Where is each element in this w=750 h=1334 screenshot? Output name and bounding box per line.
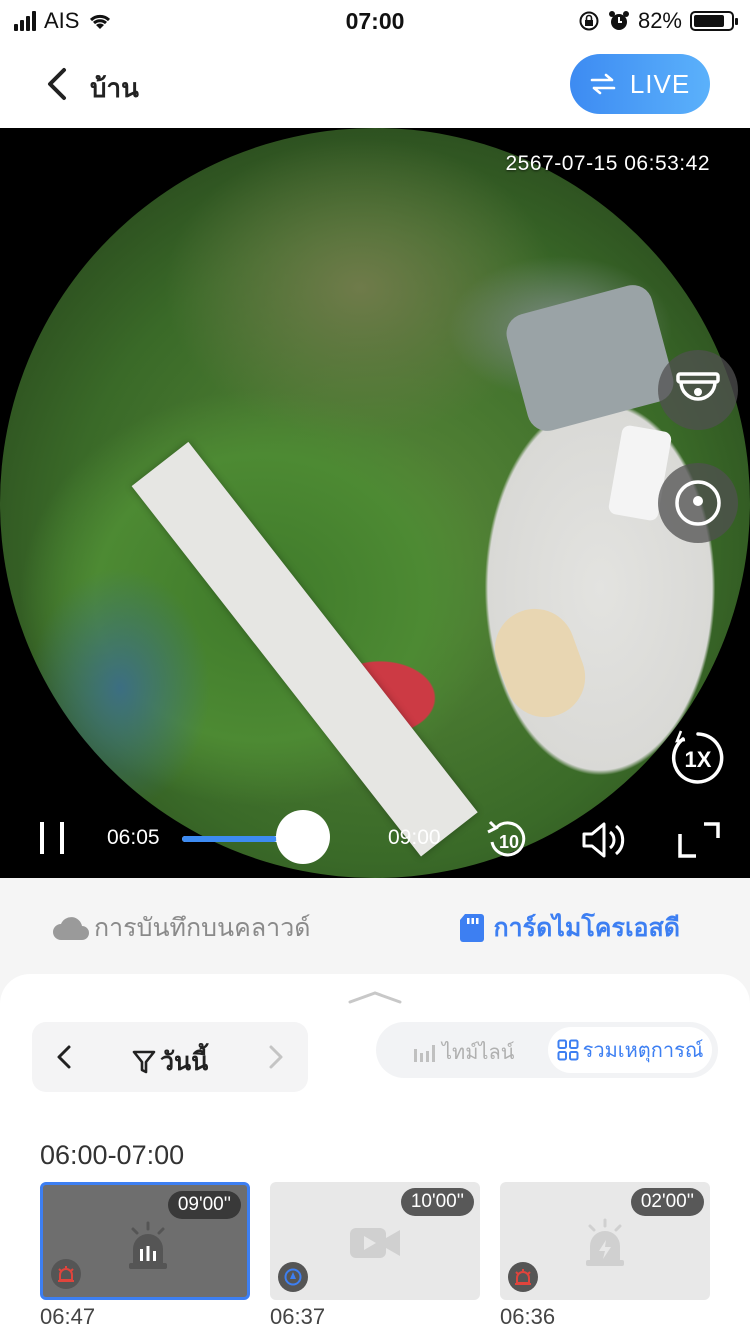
fullscreen-icon (678, 822, 720, 858)
pause-button[interactable] (36, 822, 68, 854)
video-player[interactable]: 2567-07-15 06:53:42 1X 06:05 09:00 10 (0, 128, 750, 878)
battery-percent: 82% (637, 8, 682, 33)
progress-thumb[interactable] (276, 810, 330, 864)
grid-icon (557, 1039, 579, 1061)
swap-icon (590, 73, 616, 95)
video-timestamp: 2567-07-15 06:53:42 (505, 152, 710, 175)
dog-shape (483, 597, 597, 729)
event-time: 06:47 (40, 1304, 96, 1329)
event-card[interactable]: 09'00'' (40, 1182, 250, 1300)
date-navigator: วันนี้ (32, 1022, 308, 1092)
back-button[interactable] (40, 62, 80, 106)
playback-controls: 06:05 09:00 10 (0, 808, 750, 868)
rewind-label: 10 (499, 832, 519, 852)
date-next-button[interactable] (260, 1042, 290, 1072)
filter-icon (132, 1050, 156, 1074)
volume-button[interactable] (578, 816, 626, 864)
tab-sd-label: การ์ดไมโครเอสดี (493, 914, 680, 942)
chevron-left-icon (48, 68, 66, 100)
view-toggle: ไทม์ไลน์ รวมเหตุการณ์ (376, 1022, 718, 1078)
event-type-badge (508, 1262, 538, 1292)
timeline-icon (414, 1045, 435, 1062)
date-filter[interactable]: วันนี้ (132, 1042, 208, 1082)
tab-cloud[interactable]: การบันทึกบนคลาวด์ (52, 908, 311, 948)
sheet-handle[interactable] (348, 988, 402, 1006)
time-range-label: 06:00-07:00 (40, 1140, 185, 1170)
events-sheet: วันนี้ ไทม์ไลน์ รวมเหตุการณ์ 06:00-07:00… (0, 974, 750, 1334)
event-time: 06:36 (500, 1304, 556, 1329)
roof-shape (20, 128, 371, 220)
view-events-option[interactable]: รวมเหตุการณ์ (548, 1027, 712, 1073)
alarm-siren-icon (58, 1266, 74, 1282)
rotation-lock-icon (579, 11, 599, 31)
camera-feed (0, 128, 750, 878)
pause-bar-left (40, 822, 44, 854)
video-camera-icon (350, 1228, 400, 1258)
alarm-bolt-icon (586, 1218, 624, 1266)
date-label: วันนี้ (160, 1048, 209, 1076)
battery-icon (690, 11, 738, 31)
rewind-10-button[interactable]: 10 (484, 816, 532, 864)
chevron-up-icon (348, 991, 402, 1004)
progress-fill (182, 836, 277, 842)
dome-camera-icon (676, 372, 720, 401)
page-title: บ้าน (90, 73, 139, 103)
fisheye-view-button[interactable] (658, 463, 738, 543)
ptz-camera-button[interactable] (658, 350, 738, 430)
tab-sd-card[interactable]: การ์ดไมโครเอสดี (459, 908, 680, 948)
event-card[interactable]: 10'00'' (270, 1182, 480, 1300)
lens-icon (675, 480, 721, 526)
speaker-icon (582, 822, 625, 858)
time-end: 09:00 (388, 826, 441, 849)
event-duration: 09'00'' (167, 1191, 241, 1219)
alarm-icon (608, 11, 629, 30)
status-bar: AIS 07:00 82% (0, 0, 750, 44)
event-time: 06:37 (270, 1304, 326, 1329)
status-right: 82% (578, 8, 738, 34)
event-duration: 02'00'' (630, 1188, 704, 1216)
time-start: 06:05 (107, 826, 160, 849)
tab-cloud-label: การบันทึกบนคลาวด์ (94, 914, 311, 942)
chevron-right-icon (269, 1045, 283, 1069)
sd-card-icon (460, 914, 485, 942)
pause-bar-right (60, 822, 64, 854)
speed-button[interactable]: 1X (668, 728, 728, 788)
view-events-label: รวมเหตุการณ์ (582, 1040, 704, 1062)
event-duration: 10'00'' (400, 1188, 474, 1216)
event-card[interactable]: 02'00'' (500, 1182, 710, 1300)
cloud-icon (53, 917, 89, 940)
speed-ring-icon: 1X (671, 730, 724, 784)
motion-alarm-icon (129, 1221, 167, 1269)
rewind-icon: 10 (487, 820, 526, 857)
view-timeline-option[interactable]: ไทม์ไลน์ (412, 1036, 514, 1068)
alarm-siren-icon (515, 1269, 531, 1285)
car-shape (502, 280, 678, 436)
fullscreen-button[interactable] (676, 816, 724, 864)
header: บ้าน LIVE (0, 44, 750, 128)
event-type-badge (51, 1259, 81, 1289)
record-indicator-icon (284, 1268, 302, 1286)
event-type-badge (278, 1262, 308, 1292)
source-tabs: การบันทึกบนคลาวด์ การ์ดไมโครเอสดี (0, 878, 750, 974)
speed-label: 1X (685, 747, 712, 772)
chevron-left-icon (57, 1045, 71, 1069)
live-label: LIVE (629, 68, 691, 99)
live-button[interactable]: LIVE (570, 54, 710, 114)
pillar-shape (131, 441, 478, 857)
view-timeline-label: ไทม์ไลน์ (442, 1042, 515, 1064)
date-prev-button[interactable] (50, 1042, 80, 1072)
